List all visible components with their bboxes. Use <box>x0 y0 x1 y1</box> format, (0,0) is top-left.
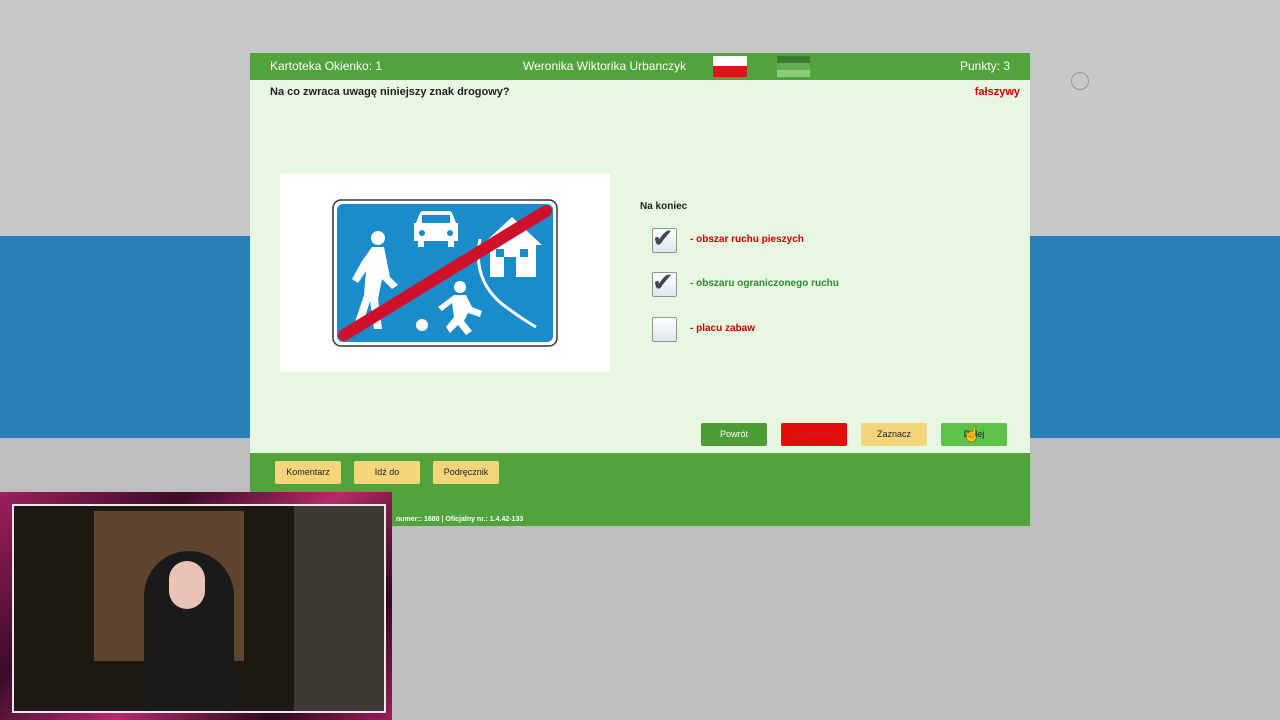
end-of-residential-zone-sign <box>332 199 558 347</box>
answers-title: Na koniec <box>640 201 688 212</box>
comment-button[interactable]: Komentarz <box>275 461 341 484</box>
answer-option-3[interactable]: - placu zabaw <box>652 317 952 342</box>
back-button[interactable]: Powrót <box>701 423 767 446</box>
answer-checkbox[interactable]: ✔ <box>652 268 677 298</box>
answer-status: fałszywy <box>974 86 1020 98</box>
points-label: Punkty: 3 <box>959 59 1010 73</box>
check-mark-icon: ✔ <box>652 268 674 298</box>
answer-option-2[interactable]: ✔ - obszaru ograniczonego ruchu <box>652 268 952 298</box>
exam-window: Kartoteka Okienko: 1 Weronika Wiktorika … <box>250 53 1030 526</box>
ball-icon <box>416 319 428 331</box>
explanation-button[interactable]: Wyjaśnienie <box>781 423 847 446</box>
question-text: Na co zwraca uwagę niniejszy znak drogow… <box>270 86 510 98</box>
answer-label: - placu zabaw <box>690 323 756 334</box>
webcam-overlay <box>0 492 392 720</box>
green-flag-icon[interactable] <box>777 56 810 77</box>
answer-checkbox[interactable] <box>652 317 677 342</box>
answer-label: - obszar ruchu pieszych <box>690 234 804 245</box>
hand-cursor-icon: ☝ <box>963 426 981 442</box>
mark-button[interactable]: Zaznacz <box>861 423 927 446</box>
webcam-face <box>169 561 205 609</box>
exam-header: Kartoteka Okienko: 1 Weronika Wiktorika … <box>250 53 1030 80</box>
polish-flag-icon[interactable] <box>713 56 747 77</box>
answer-checkbox[interactable]: ✔ <box>652 224 677 254</box>
check-mark-icon: ✔ <box>652 224 674 254</box>
road-sign-image <box>280 174 610 372</box>
answer-option-1[interactable]: ✔ - obszar ruchu pieszych <box>652 224 952 254</box>
goto-button[interactable]: Idź do <box>354 461 420 484</box>
candidate-name: Weronika Wiktorika Urbanczyk <box>523 59 687 73</box>
handbook-button[interactable]: Podręcznik <box>433 461 499 484</box>
pedestrian-head <box>371 231 385 245</box>
ghost-circle-icon <box>1071 72 1089 90</box>
version-text: numer:: 1680 | Oficjalny nr.: 1.4.42-133 <box>396 516 524 523</box>
child-head <box>454 281 466 293</box>
webcam-feed <box>12 504 386 713</box>
answer-label: - obszaru ograniczonego ruchu <box>690 278 839 289</box>
webcam-background <box>294 506 384 711</box>
station-label: Kartoteka Okienko: 1 <box>270 59 383 73</box>
